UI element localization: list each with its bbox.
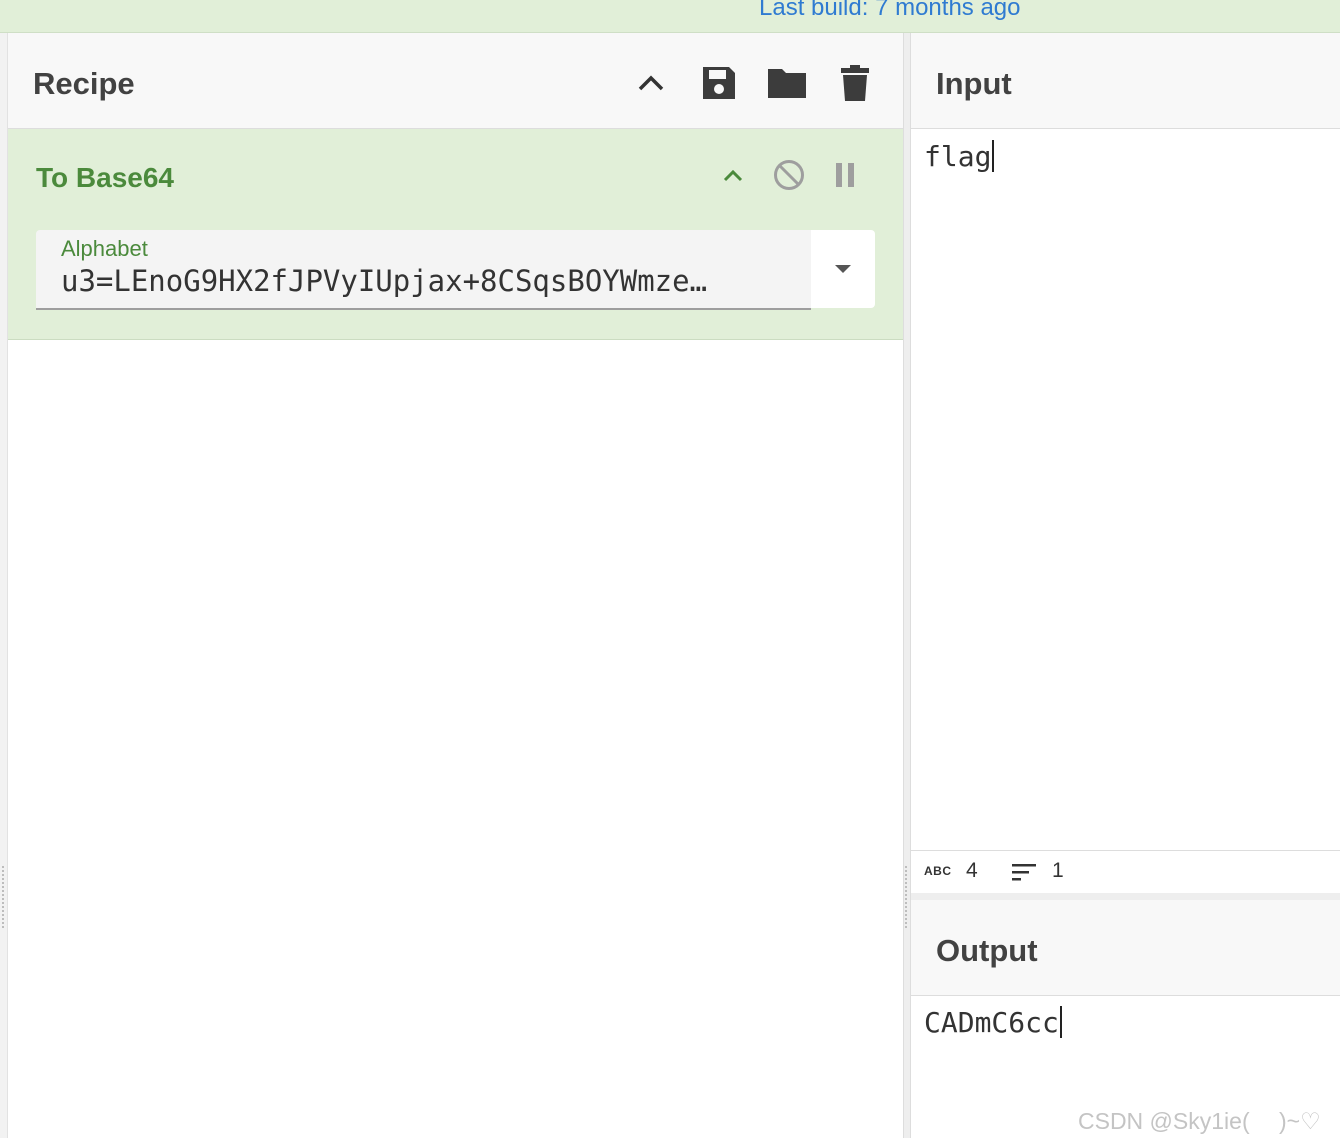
disable-icon xyxy=(774,160,804,190)
last-build-text: Last build: 7 months ago xyxy=(759,0,1021,21)
save-recipe-button[interactable] xyxy=(697,61,741,105)
left-edge xyxy=(0,33,8,1138)
load-recipe-button[interactable] xyxy=(765,61,809,105)
operation-to-base64: To Base64 Alphabet u3=LEnoG9HX2fJPVyIUpj… xyxy=(8,129,903,340)
input-header: Input xyxy=(911,33,1340,129)
top-banner: Last build: 7 months ago xyxy=(0,0,1340,33)
operation-collapse-button[interactable] xyxy=(713,155,753,195)
lines-icon xyxy=(1012,864,1036,881)
input-output-separator[interactable] xyxy=(911,893,1340,900)
chevron-up-icon xyxy=(638,75,664,91)
resize-handle-middle[interactable] xyxy=(905,866,908,928)
output-textarea[interactable]: CADmC6cc xyxy=(924,1006,1062,1039)
input-length: 4 xyxy=(966,859,978,882)
input-textarea[interactable]: flag xyxy=(911,130,1340,850)
trash-icon xyxy=(841,65,869,101)
resize-handle-left[interactable] xyxy=(2,866,5,928)
recipe-header: Recipe xyxy=(8,33,903,129)
input-line-count: 1 xyxy=(1052,859,1064,882)
caret-down-icon xyxy=(835,265,851,273)
output-title: Output xyxy=(936,933,1038,968)
recipe-title: Recipe xyxy=(33,66,135,101)
operation-breakpoint-button[interactable] xyxy=(825,155,865,195)
text-cursor xyxy=(992,140,995,172)
text-cursor xyxy=(1059,1006,1062,1038)
save-icon xyxy=(703,67,735,99)
input-panel: Input flag ABC 4 1 xyxy=(911,33,1340,893)
input-status-bar: ABC 4 1 xyxy=(911,850,1340,892)
abc-icon: ABC xyxy=(924,864,952,878)
recipe-panel: Recipe To Base64 Alphabet u3=LEnoG9HX2fJ… xyxy=(8,33,903,1138)
watermark: CSDN @Sky1ie( )~♡ xyxy=(1078,1108,1321,1134)
alphabet-field[interactable]: Alphabet u3=LEnoG9HX2fJPVyIUpjax+8CSqsBO… xyxy=(36,230,811,310)
operation-disable-button[interactable] xyxy=(769,155,809,195)
folder-icon xyxy=(768,69,806,98)
panel-divider[interactable] xyxy=(903,33,911,1138)
operation-title: To Base64 xyxy=(36,162,174,193)
output-header: Output xyxy=(911,900,1340,996)
pause-icon xyxy=(836,163,854,187)
chevron-up-icon xyxy=(723,169,743,182)
collapse-all-button[interactable] xyxy=(629,61,673,105)
input-title: Input xyxy=(936,66,1012,101)
clear-recipe-button[interactable] xyxy=(833,61,877,105)
alphabet-value[interactable]: u3=LEnoG9HX2fJPVyIUpjax+8CSqsBOYWmze… xyxy=(61,264,791,298)
alphabet-label: Alphabet xyxy=(61,236,148,261)
alphabet-dropdown-button[interactable] xyxy=(811,230,875,308)
